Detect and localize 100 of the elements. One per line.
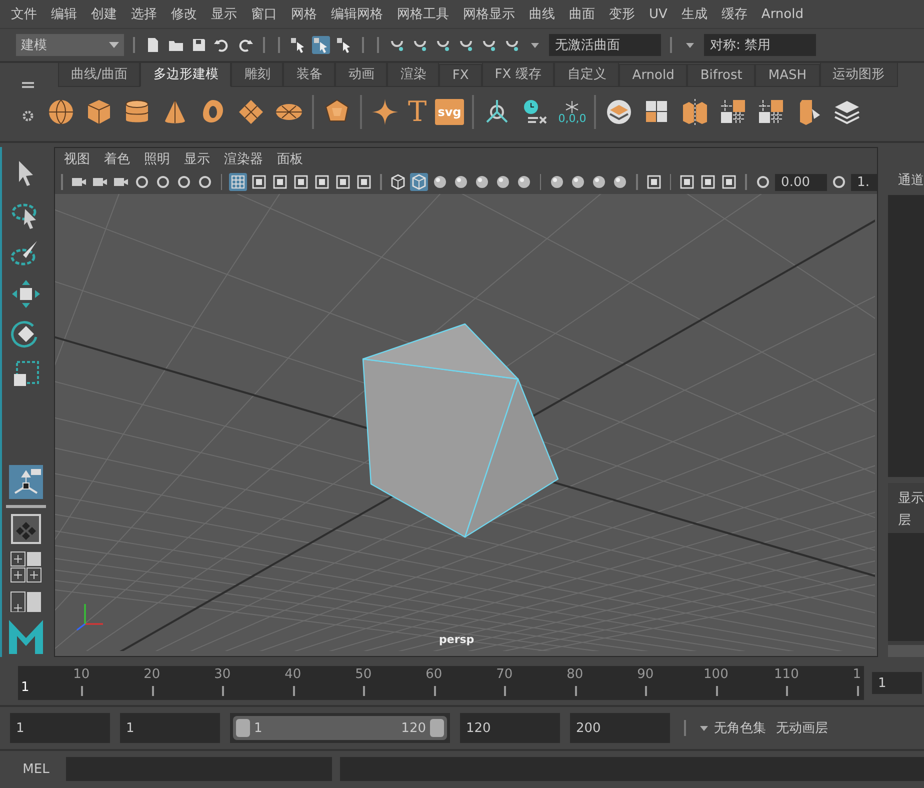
two-pane-layout-icon[interactable] [9,590,43,612]
frame-icon[interactable] [271,173,290,191]
frame-icon[interactable] [644,173,663,191]
mode-dropdown[interactable]: 建模 [16,34,124,56]
menu-item[interactable]: UV [642,6,674,22]
character-set-dropdown[interactable]: 无角色集 [700,719,766,737]
freeze-transform-button[interactable]: 0,0,0 [558,100,586,124]
gamma-field[interactable]: 1. [851,174,877,190]
menu-item[interactable]: 编辑 [44,5,84,23]
range-end-label: 120 [401,720,426,736]
four-pane-layout-icon[interactable] [9,550,43,584]
selection-mask-icon[interactable] [312,36,330,54]
frame-tick-label: 110 [774,667,799,682]
panel-menu-item[interactable]: 面板 [270,150,310,168]
frame-icon[interactable] [355,173,374,191]
menu-item[interactable]: 窗口 [244,5,284,23]
start-frame-field[interactable]: 1 [10,713,110,743]
end-frame-field[interactable]: 200 [570,713,670,743]
shelf-tab[interactable]: Bifrost [687,64,756,87]
panel-menu-item[interactable]: 显示 [177,150,217,168]
menu-item[interactable]: 修改 [164,5,204,23]
playback-start-field[interactable]: 1 [120,713,220,743]
snowflake-icon [564,100,580,112]
live-surface-field[interactable]: 无激活曲面 [549,34,661,56]
frame-tick-label: 90 [637,667,654,682]
frame-icon[interactable] [720,173,738,191]
frame-tick-label: 70 [496,667,513,682]
shelf-tab[interactable]: 动画 [335,63,388,87]
frame-tick-label: 50 [355,667,372,682]
frame-icon[interactable] [250,173,268,191]
menu-item[interactable]: 显示 [204,5,244,23]
menu-item[interactable]: 缓存 [714,5,754,23]
playback-end-field[interactable]: 120 [460,713,560,743]
menu-item[interactable]: 曲面 [562,5,602,23]
menu-item[interactable]: 网格显示 [456,5,522,23]
shelf-tab[interactable]: Arnold [619,64,688,87]
shelf-tab[interactable]: FX [439,64,482,87]
camera-name-label: persp [439,633,474,646]
anim-layer-dropdown[interactable]: 无动画层 [776,719,828,737]
axis-gizmo-icon [76,604,103,631]
caret-icon[interactable] [700,726,708,730]
menu-item[interactable]: 选择 [124,5,164,23]
shelf-tab[interactable]: 曲线/曲面 [58,63,140,87]
panel-menu-item[interactable]: 渲染器 [217,150,270,168]
frame-tick-label: 30 [214,667,231,682]
command-input-field[interactable] [66,757,332,781]
layer-tab[interactable]: 显示 [888,489,924,507]
shelf-tab[interactable]: 多边形建模 [140,63,232,87]
shelf-tab[interactable]: 装备 [283,63,336,87]
frame-tick-label: 80 [566,667,584,682]
frame-tick-label: 60 [426,667,442,682]
sphere-icon[interactable] [46,97,76,127]
menu-item[interactable]: 网格 [284,5,324,23]
channel-box-title[interactable]: 通道 [888,171,924,189]
time-ruler[interactable]: 1 10 20 30 40 50 60 70 80 90 100 110 1 [18,666,864,700]
command-language-label[interactable]: MEL [14,762,58,776]
menu-item[interactable]: Arnold [754,6,810,22]
menu-item[interactable]: 编辑网格 [324,5,390,23]
shelf-tab[interactable]: 渲染 [387,63,440,87]
frame-tick-label: 1 [852,667,862,682]
shelf-tab[interactable]: MASH [755,64,820,87]
m-logo-icon [7,618,45,654]
save-icon[interactable] [190,36,208,54]
current-frame-label: 1 [21,680,30,695]
single-pane-layout-icon[interactable] [11,514,41,544]
cube-icon[interactable] [388,173,407,191]
menu-item[interactable]: 变形 [602,5,642,23]
cube-icon[interactable] [410,173,428,191]
frame-tick-label: 40 [284,667,302,682]
current-frame-field[interactable]: 1 [872,672,922,694]
shelf-tab[interactable]: FX 缓存 [482,63,554,87]
manipulator-icon[interactable] [9,465,43,499]
caret-icon[interactable] [109,42,119,48]
exposure-field[interactable]: 0.00 [775,174,828,190]
panel-menu-item[interactable]: 照明 [137,150,177,168]
panel-menu-item[interactable]: 视图 [57,150,97,168]
menu-item[interactable]: 曲线 [522,5,562,23]
frame-tick-label: 10 [73,667,90,682]
symmetry-field[interactable]: 对称: 禁用 [704,34,816,56]
menu-item[interactable]: 文件 [4,5,44,23]
frame-icon[interactable] [334,173,352,191]
grid-icon[interactable] [229,173,248,191]
shelf-tab[interactable]: 运动图形 [820,63,898,87]
shelf-tab[interactable]: 自定义 [554,63,620,87]
layer-label: 层 [897,512,912,529]
menu-item[interactable]: 生成 [674,5,714,23]
frame-tick-label: 20 [144,667,160,682]
type-tool-button[interactable]: T [408,98,427,126]
settings-icon[interactable] [22,110,34,122]
menu-icon[interactable] [22,82,34,88]
frame-icon[interactable] [313,173,332,191]
frame-icon[interactable] [699,173,718,191]
frame-icon[interactable] [292,173,310,191]
horizontal-scrollbar[interactable] [888,645,924,657]
frame-icon[interactable] [678,173,696,191]
menu-item[interactable]: 创建 [84,5,124,23]
frame-tick-label: 100 [704,667,728,682]
menu-item[interactable]: 网格工具 [390,5,456,23]
panel-menu-item[interactable]: 着色 [97,150,137,168]
shelf-tab[interactable]: 雕刻 [231,63,284,87]
